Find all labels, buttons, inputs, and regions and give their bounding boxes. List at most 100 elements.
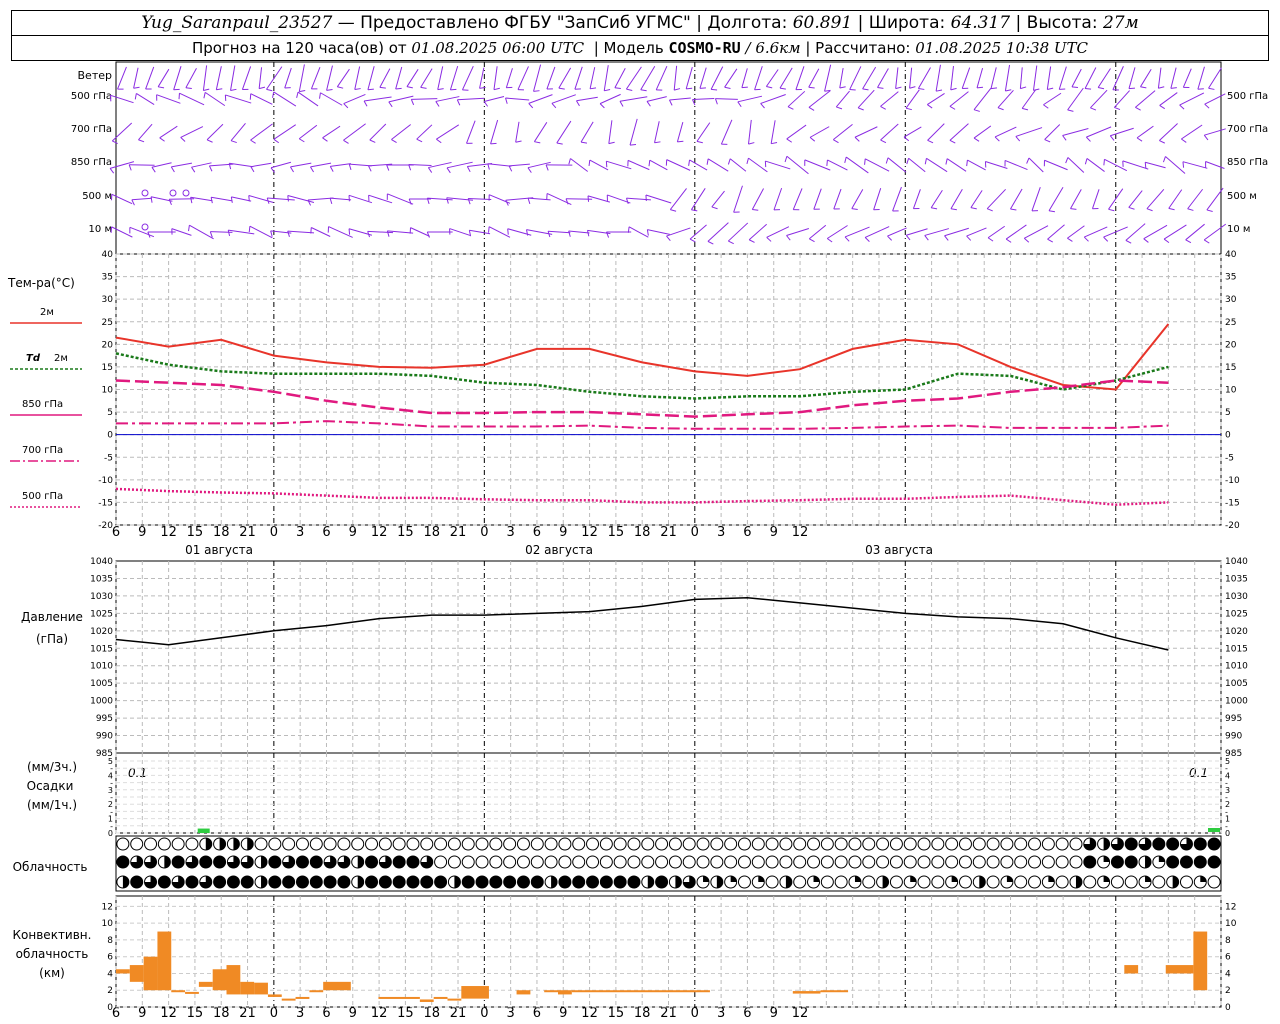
wind-barb-feather: [1158, 86, 1165, 89]
cloud-circle: [958, 837, 972, 851]
cloud-circle: [1124, 855, 1138, 869]
hour-tick-label: 3: [717, 1006, 725, 1021]
cloud-circle: [268, 875, 282, 889]
wind-barb-staff: [322, 125, 341, 139]
wind-barb: [185, 67, 197, 90]
wind-level-500m-right: 500 м: [1227, 191, 1257, 202]
cloud-title: Облачность: [13, 860, 88, 874]
wind-barb: [435, 96, 460, 107]
cloud-symbol: [309, 875, 323, 889]
wind-barb: [1182, 161, 1208, 169]
wind-barb-staff: [786, 124, 807, 140]
wind-barb: [173, 66, 182, 91]
wind-barb: [191, 162, 212, 173]
wind-barb-feather: [287, 230, 290, 237]
wind-barb-staff: [231, 196, 252, 202]
cloud-symbol: [516, 875, 530, 889]
wind-barb: [1043, 92, 1062, 109]
wind-barb-staff: [1044, 124, 1061, 140]
wind-barb-feather: [1067, 237, 1073, 242]
wind-barb-feather: [877, 86, 884, 89]
cloud-symbol: [1152, 875, 1166, 889]
wind-barb-staff: [770, 120, 776, 144]
wind-barb-staff: [457, 97, 485, 101]
wind-calm-circle: [141, 223, 149, 231]
cloud-fill: [357, 856, 364, 868]
wind-barb-staff: [987, 225, 1005, 239]
cloud-symbol: [599, 875, 613, 889]
cloud-circle: [599, 875, 613, 889]
cloud-symbol: [406, 855, 420, 869]
wind-barb: [927, 123, 945, 144]
cloud-symbol: [972, 875, 986, 889]
wind-barb-staff: [290, 162, 312, 168]
cloud-symbol: [1097, 875, 1111, 889]
wind-barb-feather: [909, 86, 916, 89]
wind-barb: [224, 94, 252, 104]
wind-barb: [669, 188, 687, 212]
cloud-symbol: [337, 875, 351, 889]
wind-barb-feather: [905, 234, 911, 241]
wind-barb-staff: [990, 67, 997, 89]
cloud-circle: [903, 837, 917, 851]
wind-barb-feather: [714, 98, 718, 105]
cloud-circle: [516, 855, 530, 869]
cloud-fill: [703, 876, 710, 882]
cloud-symbol: [1152, 855, 1166, 869]
wind-barb-feather: [994, 136, 1000, 142]
wind-barb-staff: [690, 188, 706, 210]
hour-tick-label: 21: [239, 1006, 256, 1021]
wind-barb-feather: [138, 139, 145, 143]
wind-barb: [1187, 188, 1204, 211]
wind-barb-feather: [329, 197, 333, 205]
cloud-symbol: [682, 855, 696, 869]
wind-barb: [1203, 128, 1226, 141]
cloud-circle: [392, 875, 406, 889]
temp-tick-left: -20: [98, 521, 113, 531]
cloud-symbol: [848, 837, 862, 851]
wind-barb-staff: [760, 94, 786, 104]
cloud-symbol: [958, 855, 972, 869]
wind-barb: [912, 189, 921, 210]
wind-barb-feather: [614, 87, 621, 89]
wind-barb: [706, 158, 729, 172]
wind-barb: [298, 64, 306, 93]
cloud-symbol: [641, 875, 655, 889]
wind-barb-staff: [468, 197, 492, 201]
cloud-circle: [1055, 875, 1069, 889]
wind-barb-feather: [706, 158, 709, 165]
wind-barb-staff: [779, 67, 793, 89]
wind-barb-feather: [1135, 106, 1141, 111]
wind-barb-staff: [173, 66, 182, 90]
wind-barb: [406, 69, 419, 89]
wind-barb: [619, 96, 648, 107]
wind-barb-feather: [949, 105, 956, 110]
wind-barb-staff: [395, 66, 403, 90]
wind-barb-staff: [159, 125, 178, 139]
wind-barb: [1085, 126, 1112, 142]
cloud-circle: [641, 855, 655, 869]
wind-barb: [568, 230, 590, 237]
temp-tick-right: 10: [1225, 386, 1237, 396]
wind-barb-feather: [1103, 159, 1105, 166]
wind-barb-feather: [599, 103, 605, 109]
wind-barb-staff: [1163, 224, 1187, 240]
wind-barb-feather: [646, 229, 649, 236]
hour-tick-label: 21: [660, 1006, 677, 1021]
hour-tick-label: 12: [792, 525, 809, 540]
wind-barb: [851, 189, 864, 211]
cloud-circle: [889, 837, 903, 851]
hour-tick-label: 9: [138, 525, 146, 540]
hour-tick-label: 6: [533, 1006, 541, 1021]
cloud-circle: [737, 837, 751, 851]
wind-barb: [258, 67, 266, 90]
wind-barb-feather: [826, 159, 828, 167]
wind-barb-feather: [1144, 162, 1147, 169]
cloud-symbol: [834, 837, 848, 851]
wind-barb: [614, 67, 626, 89]
wind-barb-feather: [854, 136, 860, 142]
wind-barb-feather: [836, 106, 843, 110]
cloud-symbol: [461, 837, 475, 851]
cloud-symbol: [848, 875, 862, 889]
wind-barb-staff: [1044, 159, 1068, 171]
